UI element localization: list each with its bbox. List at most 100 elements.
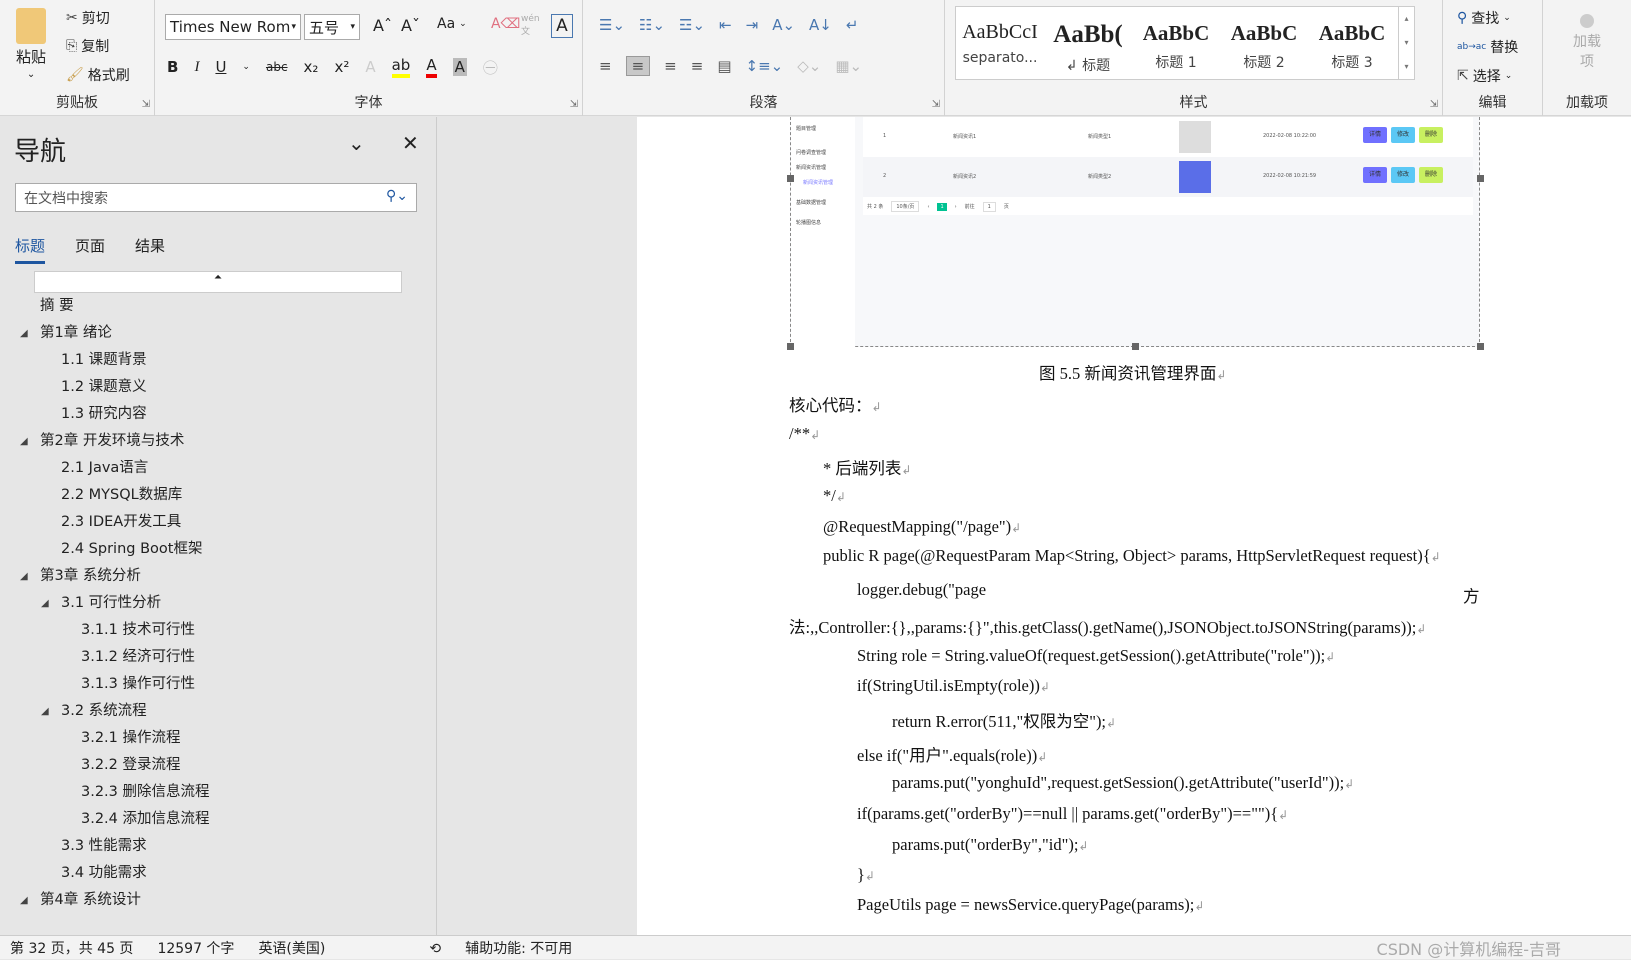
heading-item[interactable]: 摘 要 [0,293,437,320]
heading-item[interactable]: 2.1 Java语言 [0,455,437,482]
shading-icon[interactable]: ◇⌄ [797,57,821,75]
resize-handle[interactable] [787,175,794,182]
heading-item[interactable]: 3.4 功能需求 [0,860,437,887]
italic-icon[interactable]: I [194,59,199,76]
heading-item[interactable]: 3.2.1 操作流程 [0,725,437,752]
resize-handle[interactable] [1132,343,1139,350]
multilevel-list-icon[interactable]: ☲⌄ [679,16,705,34]
heading-item[interactable]: ◢ 3.2 系统流程 [0,698,437,725]
bold-icon[interactable]: B [167,58,178,76]
page-count[interactable]: 第 32 页，共 45 页 [10,938,133,958]
nav-tab-2[interactable]: 结果 [135,235,165,264]
heading-item[interactable]: 3.2.3 删除信息流程 [0,779,437,806]
highlight-icon[interactable]: ab [391,56,411,78]
heading-item[interactable]: 3.1.1 技术可行性 [0,617,437,644]
distributed-icon[interactable]: ▤ [717,57,731,75]
underline-icon[interactable]: U [215,58,226,76]
expand-triangle-icon[interactable]: ◢ [41,698,49,725]
style-3[interactable]: AaBbC 标题 2 [1220,7,1308,79]
increase-indent-icon[interactable]: ⇥ [746,16,759,34]
heading-item[interactable]: 3.1.3 操作可行性 [0,671,437,698]
cut-button[interactable]: ✂ 剪切 [66,8,110,28]
font-name-select[interactable]: Times New Rom ▾ [165,14,301,40]
heading-item[interactable]: 2.2 MYSQL数据库 [0,482,437,509]
align-right-icon[interactable]: ≡ [664,57,677,75]
subscript-icon[interactable]: x₂ [304,58,319,76]
sort-icon[interactable]: A↓ [809,16,832,34]
close-icon[interactable]: ✕ [402,131,419,155]
align-center-icon[interactable]: ≡ [625,56,651,76]
dialog-launcher-icon[interactable]: ⇲ [570,99,578,110]
heading-item[interactable]: 3.2.4 添加信息流程 [0,806,437,833]
char-shading-icon[interactable]: A [452,58,467,76]
heading-item[interactable]: 1.1 课题背景 [0,347,437,374]
expand-triangle-icon[interactable]: ◢ [20,887,28,914]
borders-icon[interactable]: ▦⌄ [835,57,862,75]
justify-icon[interactable]: ≡ [691,57,704,75]
replace-button[interactable]: ab→ac 替换 [1457,37,1518,57]
char-border-button[interactable]: A [551,14,573,38]
nav-search-input[interactable]: 在文档中搜索 ⚲⌄ [15,183,417,212]
text-effects-icon[interactable]: A [365,58,375,76]
nav-tab-1[interactable]: 页面 [75,235,105,264]
bullets-icon[interactable]: ☰⌄ [599,16,625,34]
decrease-indent-icon[interactable]: ⇤ [719,16,732,34]
style-1[interactable]: AaBb(↲ 标题 [1044,7,1132,79]
text-direction-icon[interactable]: A⌄ [772,16,795,34]
show-marks-icon[interactable]: ↵ [846,16,859,34]
heading-item[interactable]: 1.2 课题意义 [0,374,437,401]
nav-tab-0[interactable]: 标题 [15,235,46,264]
heading-item[interactable]: 2.4 Spring Boot框架 [0,536,437,563]
dialog-launcher-icon[interactable]: ⇲ [932,99,940,110]
word-count[interactable]: 12597 个字 [157,938,234,958]
clear-format-button[interactable]: A⌫ [491,16,520,32]
resize-handle[interactable] [1477,343,1484,350]
accessibility-status[interactable]: ⟲ 辅助功能: 不可用 [419,938,586,958]
resize-handle[interactable] [787,343,794,350]
heading-item[interactable]: 3.2.2 登录流程 [0,752,437,779]
enclose-char-icon[interactable]: ㊀ [483,57,498,78]
paste-button[interactable]: 粘贴 ⌄ [16,8,46,80]
addins-button[interactable]: 加载项 [1569,14,1605,72]
shrink-font-button[interactable]: Aˇ [401,16,420,35]
language[interactable]: 英语(美国) [258,938,325,958]
heading-item[interactable]: 3.3 性能需求 [0,833,437,860]
gallery-scroll[interactable]: ▴ ▾ ▾ [1398,7,1414,79]
font-size-select[interactable]: 五号 ▾ [304,14,360,40]
search-icon[interactable]: ⚲⌄ [386,188,408,204]
chevron-down-icon[interactable]: ⌄ [242,62,250,72]
strikethrough-icon[interactable]: abc [266,60,288,74]
format-painter-button[interactable]: 🖌 格式刷 [66,65,130,85]
chevron-down-icon[interactable]: ⌄ [348,131,365,155]
expand-triangle-icon[interactable]: ◢ [20,563,28,590]
expand-triangle-icon[interactable]: ◢ [41,590,49,617]
superscript-icon[interactable]: x² [334,58,349,76]
style-4[interactable]: AaBbC 标题 3 [1308,7,1396,79]
heading-item[interactable]: ◢ 3.1 可行性分析 [0,590,437,617]
expand-triangle-icon[interactable]: ◢ [20,320,28,347]
align-left-icon[interactable]: ≡ [599,57,612,75]
heading-item[interactable]: ◢ 第4章 系统设计 [0,887,437,914]
phonetic-guide-button[interactable]: wén 文 [521,14,541,37]
numbering-icon[interactable]: ☷⌄ [639,16,665,34]
heading-item[interactable]: 2.3 IDEA开发工具 [0,509,437,536]
collapse-all-button[interactable]: ⏶ [34,271,402,293]
grow-font-button[interactable]: Aˆ [373,16,392,35]
dialog-launcher-icon[interactable]: ⇲ [142,99,150,110]
heading-item[interactable]: ◢ 第2章 开发环境与技术 [0,428,437,455]
copy-button[interactable]: ⎘ 复制 [66,36,109,56]
resize-handle[interactable] [1477,175,1484,182]
heading-item[interactable]: 1.3 研究内容 [0,401,437,428]
style-2[interactable]: AaBbC 标题 1 [1132,7,1220,79]
dialog-launcher-icon[interactable]: ⇲ [1430,99,1438,110]
embedded-screenshot[interactable]: 题目管理 问卷调查管理 新闻资讯管理 新闻资讯管理 基础数据管理 轮播图信息 1 新闻资讯1… [790,117,1480,347]
change-case-button[interactable]: Aa ⌄ [437,16,467,32]
line-spacing-icon[interactable]: ↕≡⌄ [746,57,784,75]
heading-item[interactable]: ◢ 第3章 系统分析 [0,563,437,590]
heading-item[interactable]: 3.1.2 经济可行性 [0,644,437,671]
style-0[interactable]: AaBbCcI separato... [956,7,1044,79]
font-color-icon[interactable]: A [426,56,437,78]
select-button[interactable]: ⇱ 选择 ⌄ [1457,66,1512,86]
heading-item[interactable]: ◢ 第1章 绪论 [0,320,437,347]
find-button[interactable]: ⚲ 查找 ⌄ [1457,8,1511,28]
